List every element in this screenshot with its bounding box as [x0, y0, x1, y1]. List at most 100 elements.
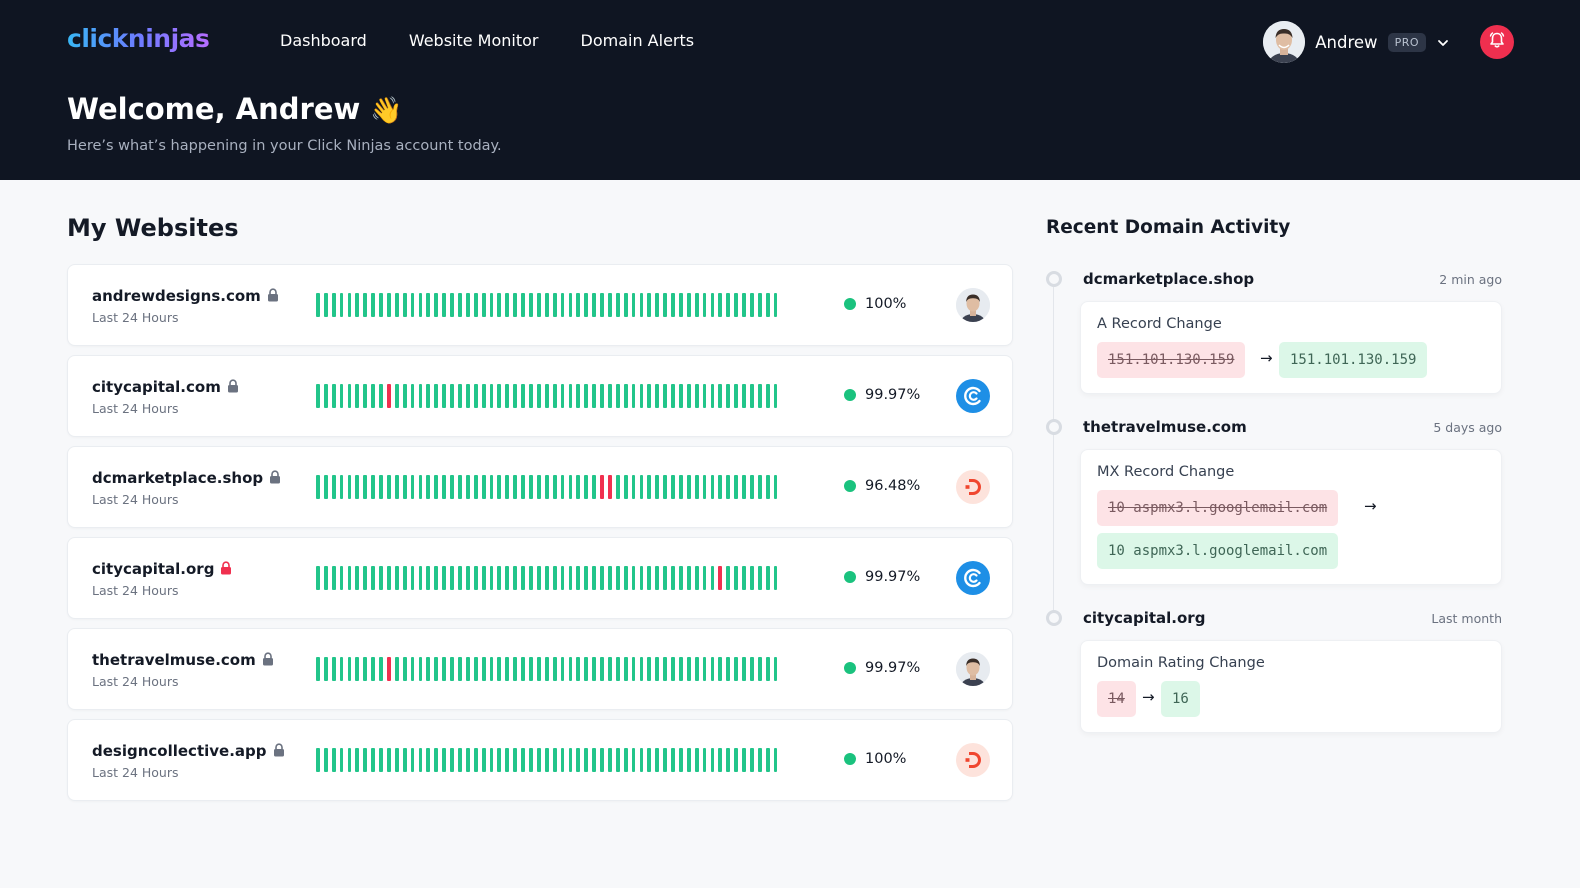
- uptime-bar-up[interactable]: [639, 566, 644, 590]
- uptime-bar-up[interactable]: [363, 748, 368, 772]
- uptime-bar-up[interactable]: [615, 293, 620, 317]
- uptime-bar-up[interactable]: [757, 384, 762, 408]
- activity-domain[interactable]: citycapital.org: [1083, 609, 1205, 627]
- uptime-bar-up[interactable]: [331, 566, 336, 590]
- uptime-bar-up[interactable]: [655, 293, 660, 317]
- uptime-bar-up[interactable]: [465, 566, 470, 590]
- uptime-bar-up[interactable]: [529, 748, 533, 772]
- uptime-bar-up[interactable]: [568, 657, 573, 681]
- uptime-bar-up[interactable]: [347, 657, 352, 681]
- uptime-bar-up[interactable]: [576, 293, 581, 317]
- uptime-bar-up[interactable]: [718, 657, 723, 681]
- uptime-bar-up[interactable]: [465, 293, 470, 317]
- uptime-bar-up[interactable]: [568, 566, 573, 590]
- uptime-bar-up[interactable]: [576, 384, 581, 408]
- uptime-bar-up[interactable]: [371, 566, 376, 590]
- uptime-bar-up[interactable]: [584, 475, 589, 499]
- uptime-bar-up[interactable]: [489, 748, 494, 772]
- uptime-bar-up[interactable]: [678, 475, 683, 499]
- uptime-bar-up[interactable]: [552, 566, 557, 590]
- uptime-bar-up[interactable]: [339, 384, 344, 408]
- uptime-bar-up[interactable]: [347, 293, 352, 317]
- uptime-bar-up[interactable]: [481, 566, 486, 590]
- uptime-bar-up[interactable]: [592, 748, 596, 772]
- uptime-bar-up[interactable]: [544, 384, 549, 408]
- uptime-bar-up[interactable]: [323, 566, 328, 590]
- uptime-bar-up[interactable]: [505, 384, 510, 408]
- uptime-bar-down[interactable]: [387, 657, 391, 681]
- uptime-bar-up[interactable]: [410, 748, 415, 772]
- uptime-bar-up[interactable]: [639, 657, 644, 681]
- uptime-bar-up[interactable]: [584, 293, 589, 317]
- uptime-bar-up[interactable]: [663, 566, 667, 590]
- uptime-bar-up[interactable]: [718, 293, 723, 317]
- uptime-bar-up[interactable]: [718, 748, 723, 772]
- uptime-bar-up[interactable]: [671, 384, 675, 408]
- uptime-bar-up[interactable]: [418, 566, 423, 590]
- uptime-bar-up[interactable]: [434, 475, 439, 499]
- uptime-bar-up[interactable]: [458, 566, 462, 590]
- uptime-bar-up[interactable]: [584, 657, 589, 681]
- website-card[interactable]: citycapital.com Last 24 Hours 99.97%: [67, 355, 1013, 437]
- uptime-bar-up[interactable]: [426, 566, 431, 590]
- uptime-bar-up[interactable]: [678, 293, 683, 317]
- uptime-bar-up[interactable]: [316, 657, 320, 681]
- uptime-bar-up[interactable]: [331, 475, 336, 499]
- uptime-bar-up[interactable]: [765, 566, 770, 590]
- uptime-bar-up[interactable]: [584, 748, 589, 772]
- uptime-bar-up[interactable]: [418, 384, 423, 408]
- uptime-bar-up[interactable]: [639, 475, 644, 499]
- nav-domain-alerts[interactable]: Domain Alerts: [581, 31, 695, 50]
- uptime-bar-up[interactable]: [726, 748, 731, 772]
- uptime-bar-up[interactable]: [694, 384, 699, 408]
- uptime-bar-up[interactable]: [402, 384, 407, 408]
- uptime-bar-up[interactable]: [458, 475, 462, 499]
- uptime-bar-up[interactable]: [576, 657, 581, 681]
- uptime-bar-up[interactable]: [647, 475, 652, 499]
- website-domain[interactable]: designcollective.app: [92, 742, 285, 761]
- uptime-bar-up[interactable]: [773, 748, 778, 772]
- uptime-bar-up[interactable]: [615, 566, 620, 590]
- uptime-bar-up[interactable]: [363, 293, 368, 317]
- uptime-bar-up[interactable]: [379, 293, 383, 317]
- website-card[interactable]: designcollective.app Last 24 Hours 100%: [67, 719, 1013, 801]
- uptime-bar-up[interactable]: [418, 293, 423, 317]
- uptime-bar-up[interactable]: [536, 657, 541, 681]
- uptime-bar-up[interactable]: [473, 566, 478, 590]
- uptime-bar-up[interactable]: [749, 657, 754, 681]
- uptime-bar-up[interactable]: [521, 657, 525, 681]
- uptime-bar-up[interactable]: [773, 293, 778, 317]
- uptime-bar-up[interactable]: [734, 657, 738, 681]
- uptime-bar-up[interactable]: [458, 384, 462, 408]
- uptime-bar-up[interactable]: [647, 293, 652, 317]
- uptime-bar-up[interactable]: [394, 293, 399, 317]
- uptime-bar-up[interactable]: [473, 748, 478, 772]
- uptime-bar-up[interactable]: [600, 566, 604, 590]
- uptime-bar-up[interactable]: [647, 384, 652, 408]
- uptime-bar-up[interactable]: [765, 657, 770, 681]
- uptime-bar-up[interactable]: [434, 657, 439, 681]
- uptime-bar-up[interactable]: [742, 657, 746, 681]
- uptime-bar-up[interactable]: [331, 657, 336, 681]
- uptime-bar-up[interactable]: [742, 748, 746, 772]
- uptime-bar-up[interactable]: [339, 566, 344, 590]
- uptime-bar-up[interactable]: [473, 475, 478, 499]
- app-logo[interactable]: clickninjas: [67, 24, 210, 53]
- uptime-bar-up[interactable]: [379, 657, 383, 681]
- uptime-bar-up[interactable]: [402, 566, 407, 590]
- uptime-bar-down[interactable]: [607, 475, 612, 499]
- uptime-bar-up[interactable]: [765, 293, 770, 317]
- uptime-bar-up[interactable]: [568, 384, 573, 408]
- uptime-bar-up[interactable]: [426, 748, 431, 772]
- uptime-bar-up[interactable]: [655, 475, 660, 499]
- uptime-bar-up[interactable]: [347, 748, 352, 772]
- uptime-bar-up[interactable]: [678, 748, 683, 772]
- uptime-bar-up[interactable]: [379, 384, 383, 408]
- uptime-bar-up[interactable]: [734, 748, 738, 772]
- uptime-bar-up[interactable]: [686, 748, 691, 772]
- uptime-bar-up[interactable]: [607, 384, 612, 408]
- uptime-bar-up[interactable]: [497, 293, 502, 317]
- uptime-bar-up[interactable]: [734, 384, 738, 408]
- uptime-bar-up[interactable]: [600, 748, 604, 772]
- uptime-bar-up[interactable]: [473, 384, 478, 408]
